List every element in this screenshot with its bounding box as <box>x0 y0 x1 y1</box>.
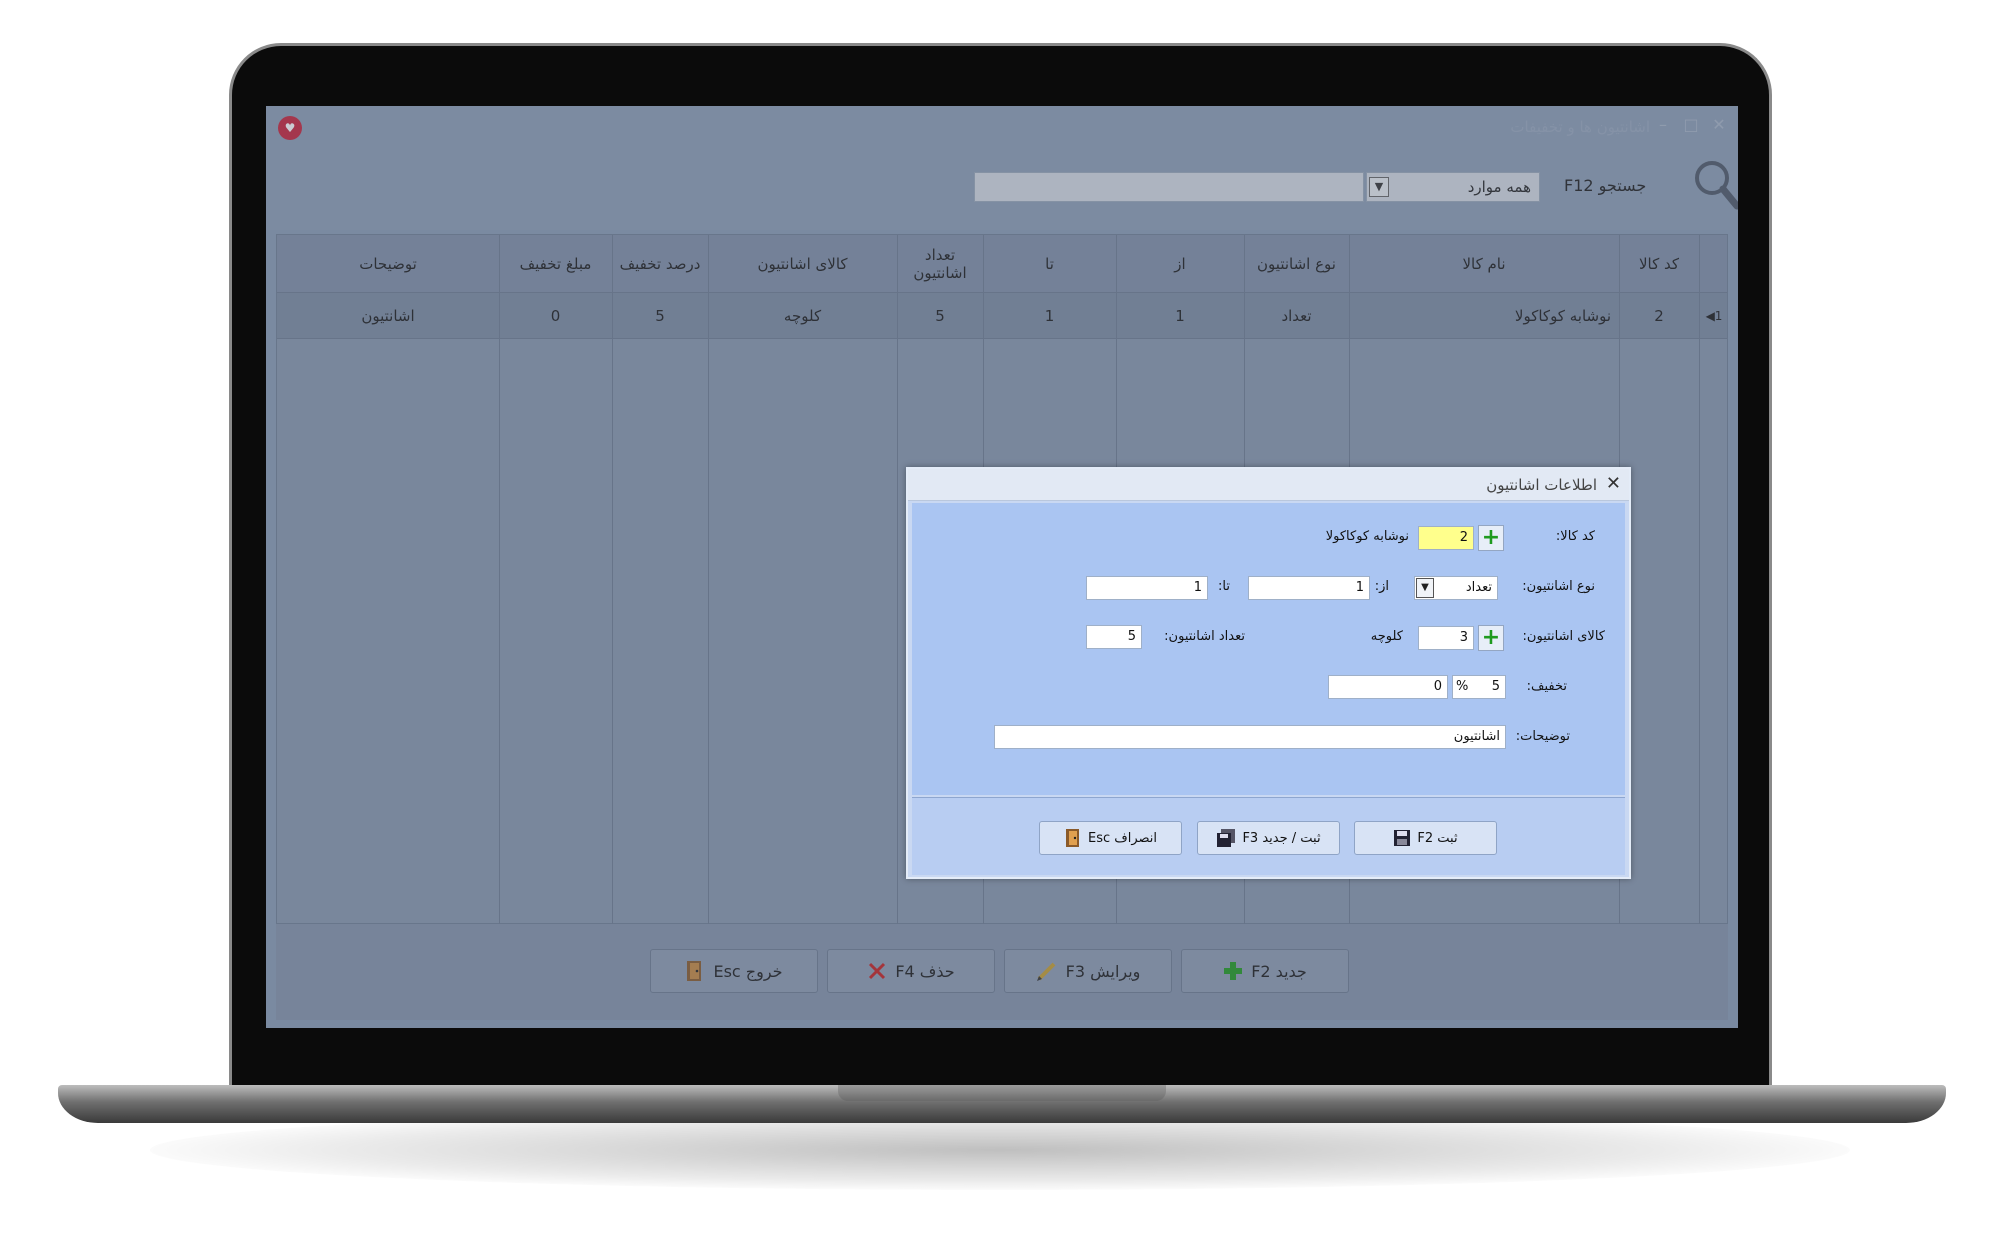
delete-button[interactable]: حذف F4 <box>827 949 995 993</box>
cell-code[interactable]: 2 <box>1619 293 1699 339</box>
new-button-label: جدید F2 <box>1251 961 1307 981</box>
filter-value: همه موارد <box>1467 178 1531 196</box>
delete-x-icon <box>869 962 886 980</box>
discount-label: تخفیف: <box>1526 679 1567 694</box>
column-header-code[interactable]: کد کالا <box>1619 235 1699 293</box>
gift-type-label: نوع اشانتیون: <box>1522 579 1595 594</box>
dialog-close-icon[interactable]: ✕ <box>1606 473 1621 495</box>
minimize-button[interactable]: – <box>1654 114 1672 136</box>
window-titlebar: ♥ اشانتیون ها و تخفیفات – □ ✕ <box>266 106 1738 150</box>
plus-icon <box>1224 962 1243 980</box>
cell-to[interactable]: 1 <box>983 293 1116 339</box>
discount-amount-field[interactable]: 0 <box>1328 675 1448 699</box>
edit-button[interactable]: ویرایش F3 <box>1004 949 1172 993</box>
column-header-discount-amount[interactable]: مبلغ تخفیف <box>499 235 612 293</box>
chevron-down-icon[interactable]: ▼ <box>1369 177 1389 197</box>
notes-label: توضیحات: <box>1515 729 1570 744</box>
column-header-name[interactable]: نام کالا <box>1349 235 1619 293</box>
door-exit-icon <box>687 961 702 981</box>
add-gift-item-button[interactable]: + <box>1478 625 1504 651</box>
column-header-gift-item[interactable]: کالای اشانتیون <box>708 235 897 293</box>
plus-icon: + <box>1481 625 1501 650</box>
column-header-count[interactable]: تعداد اشانتیون <box>897 235 983 293</box>
dialog-footer: ثبت F2 ثبت / جدید F3 انصراف Esc <box>912 797 1625 875</box>
dialog-titlebar: اطلاعات اشانتیون ✕ <box>908 469 1629 501</box>
dialog-title: اطلاعات اشانتیون <box>1486 476 1597 494</box>
item-code-label: کد کالا: <box>1555 529 1595 544</box>
door-exit-icon <box>1065 829 1079 847</box>
gift-item-name-text: کلوچه <box>1370 629 1403 644</box>
new-button[interactable]: جدید F2 <box>1181 949 1349 993</box>
window-title: اشانتیون ها و تخفیفات <box>1510 118 1650 136</box>
item-code-field[interactable]: 2 <box>1418 526 1474 550</box>
cell-discount-percent[interactable]: 5 <box>612 293 708 339</box>
add-item-button[interactable]: + <box>1478 525 1504 551</box>
app-logo-icon: ♥ <box>278 116 302 140</box>
cell-name[interactable]: نوشابه کوکاکولا <box>1349 293 1619 339</box>
gift-item-code-field[interactable]: 3 <box>1418 626 1474 650</box>
from-field[interactable]: 1 <box>1248 576 1370 600</box>
exit-button[interactable]: خروج Esc <box>650 949 818 993</box>
dialog-body: کد کالا: + 2 نوشابه کوکاکولا نوع اشانتیو… <box>912 503 1625 795</box>
row-indicator: ◀ 1 <box>1705 309 1723 323</box>
maximize-button[interactable]: □ <box>1682 114 1700 136</box>
column-header-to[interactable]: تا <box>983 235 1116 293</box>
save-button[interactable]: ثبت F2 <box>1354 821 1497 855</box>
cell-discount-amount[interactable]: 0 <box>499 293 612 339</box>
cell-notes[interactable]: اشانتیون <box>277 293 499 339</box>
window-controls: – □ ✕ <box>1654 114 1728 136</box>
notes-field[interactable]: اشانتیون <box>994 725 1506 749</box>
to-field[interactable]: 1 <box>1086 576 1208 600</box>
close-window-button[interactable]: ✕ <box>1710 114 1728 136</box>
search-toolbar: ▼ همه موارد جستجو F12 <box>266 150 1738 230</box>
column-header-from[interactable]: از <box>1116 235 1244 293</box>
floppy-disks-icon <box>1217 829 1236 847</box>
from-label: از: <box>1374 579 1389 594</box>
plus-icon: + <box>1481 525 1501 550</box>
gift-info-dialog: اطلاعات اشانتیون ✕ کد کالا: + 2 نوشابه ک… <box>906 467 1631 879</box>
cell-type[interactable]: تعداد <box>1244 293 1349 339</box>
save-new-button[interactable]: ثبت / جدید F3 <box>1197 821 1340 855</box>
percent-sign: % <box>1456 679 1469 694</box>
chevron-down-icon[interactable]: ▼ <box>1416 578 1434 598</box>
column-header-notes[interactable]: توضیحات <box>277 235 499 293</box>
cell-count[interactable]: 5 <box>897 293 983 339</box>
laptop-notch <box>838 1085 1166 1101</box>
command-bar: جدید F2 ویرایش F3 حذف F4 خروج Esc <box>276 924 1728 1020</box>
save-button-label: ثبت F2 <box>1417 830 1458 846</box>
item-name-text: نوشابه کوکاکولا <box>1325 529 1409 544</box>
floppy-disk-icon <box>1394 830 1411 846</box>
gift-count-field[interactable]: 5 <box>1086 625 1142 649</box>
filter-dropdown[interactable]: ▼ همه موارد <box>1366 172 1540 202</box>
delete-button-label: حذف F4 <box>895 961 955 981</box>
cancel-button[interactable]: انصراف Esc <box>1039 821 1182 855</box>
edit-button-label: ویرایش F3 <box>1065 961 1141 981</box>
gift-count-label: تعداد اشانتیون: <box>1164 629 1245 644</box>
screen: ♥ اشانتیون ها و تخفیفات – □ ✕ ▼ همه موار… <box>266 106 1738 1028</box>
save-new-button-label: ثبت / جدید F3 <box>1242 830 1321 846</box>
to-label: تا: <box>1218 579 1230 594</box>
search-label: جستجو F12 <box>1564 176 1647 195</box>
column-header-discount-percent[interactable]: درصد تخفیف <box>612 235 708 293</box>
search-input[interactable] <box>974 172 1364 202</box>
search-icon[interactable] <box>1692 158 1738 212</box>
cancel-button-label: انصراف Esc <box>1087 830 1158 846</box>
cell-gift-item[interactable]: کلوچه <box>708 293 897 339</box>
cell-from[interactable]: 1 <box>1116 293 1244 339</box>
pencil-icon <box>1036 962 1056 981</box>
gift-item-label: کالای اشانتیون: <box>1522 629 1605 644</box>
column-header-type[interactable]: نوع اشانتیون <box>1244 235 1349 293</box>
exit-button-label: خروج Esc <box>713 961 783 981</box>
